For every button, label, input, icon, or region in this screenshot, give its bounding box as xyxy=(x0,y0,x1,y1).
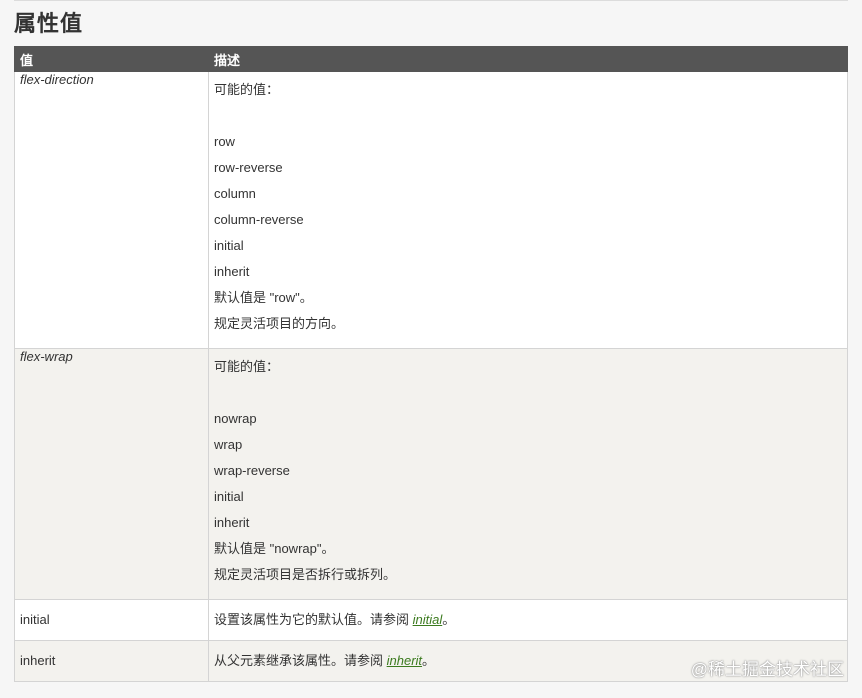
value-cell-inherit: inherit xyxy=(14,640,209,682)
table-row: initial 设置该属性为它的默认值。请参阅 initial。 xyxy=(14,599,848,641)
header-value: 值 xyxy=(14,46,209,72)
option-item: nowrap xyxy=(214,411,257,426)
option-item: wrap xyxy=(214,437,243,452)
table-row: flex-wrap 可能的值： nowrap wrap wrap-reverse… xyxy=(14,348,848,600)
description-text: 从父元素继承该属性。请参阅 xyxy=(214,653,387,668)
description-suffix: 。 xyxy=(442,612,456,627)
header-description: 描述 xyxy=(208,46,848,72)
option-item: inherit xyxy=(214,264,250,279)
top-divider xyxy=(14,0,848,1)
summary-text: 规定灵活项目的方向。 xyxy=(214,316,345,331)
description-cell: 可能的值： row row-reverse column column-reve… xyxy=(208,71,848,349)
default-text: 默认值是 "nowrap"。 xyxy=(214,541,335,556)
inherit-reference-link[interactable]: inherit xyxy=(387,653,422,668)
description-cell: 设置该属性为它的默认值。请参阅 initial。 xyxy=(208,599,848,641)
table-header-row: 值 描述 xyxy=(14,46,848,72)
initial-reference-link[interactable]: initial xyxy=(413,612,443,627)
table-row: flex-direction 可能的值： row row-reverse col… xyxy=(14,71,848,349)
value-cell-initial: initial xyxy=(14,599,209,641)
option-item: initial xyxy=(214,489,244,504)
intro-text: 可能的值： xyxy=(214,82,280,97)
option-item: inherit xyxy=(214,515,250,530)
watermark: @稀土掘金技术社区 xyxy=(690,660,844,679)
description-text: 设置该属性为它的默认值。请参阅 xyxy=(214,612,413,627)
summary-text: 规定灵活项目是否拆行或拆列。 xyxy=(214,567,397,582)
property-values-table: 值 描述 flex-direction 可能的值： row row-revers… xyxy=(14,46,848,682)
description-cell: 可能的值： nowrap wrap wrap-reverse initial i… xyxy=(208,348,848,600)
option-item: column xyxy=(214,186,256,201)
value-cell-flex-wrap: flex-wrap xyxy=(14,348,209,600)
value-cell-flex-direction: flex-direction xyxy=(14,71,209,349)
option-item: column-reverse xyxy=(214,212,304,227)
option-item: row-reverse xyxy=(214,160,283,175)
option-item: wrap-reverse xyxy=(214,463,290,478)
section-title: 属性值 xyxy=(14,11,84,36)
option-item: initial xyxy=(214,238,244,253)
default-text: 默认值是 "row"。 xyxy=(214,290,313,305)
option-item: row xyxy=(214,134,235,149)
intro-text: 可能的值： xyxy=(214,359,280,374)
description-suffix: 。 xyxy=(422,653,436,668)
